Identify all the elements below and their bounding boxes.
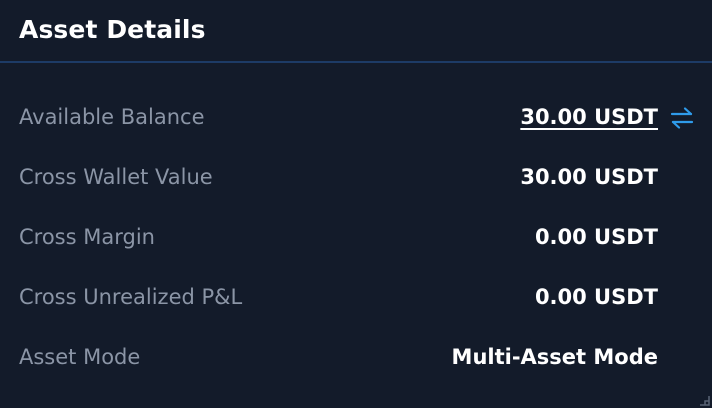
cross-margin-label: Cross Margin <box>19 225 155 249</box>
panel-title: Asset Details <box>19 15 206 44</box>
resize-handle-icon[interactable] <box>696 392 710 406</box>
cross-margin-value: 0.00 USDT <box>534 225 658 249</box>
row-cross-wallet-value: Cross Wallet Value 30.00 USDT <box>0 147 712 207</box>
available-balance-label: Available Balance <box>19 105 205 129</box>
asset-details-list: Available Balance 30.00 USDT Cross Walle… <box>0 87 712 387</box>
row-available-balance: Available Balance 30.00 USDT <box>0 87 712 147</box>
cross-unrealized-pnl-value: 0.00 USDT <box>534 285 658 309</box>
row-cross-margin: Cross Margin 0.00 USDT <box>0 207 712 267</box>
transfer-arrows-icon[interactable] <box>669 105 695 131</box>
cross-unrealized-pnl-label: Cross Unrealized P&L <box>19 285 243 309</box>
asset-mode-label: Asset Mode <box>19 345 141 369</box>
asset-mode-value: Multi-Asset Mode <box>451 345 658 369</box>
row-asset-mode: Asset Mode Multi-Asset Mode <box>0 327 712 387</box>
row-cross-unrealized-pnl: Cross Unrealized P&L 0.00 USDT <box>0 267 712 327</box>
cross-wallet-value-label: Cross Wallet Value <box>19 165 213 189</box>
available-balance-value-link[interactable]: 30.00 USDT <box>520 105 658 129</box>
asset-details-panel: Asset Details Available Balance 30.00 US… <box>0 0 712 408</box>
cross-wallet-value: 30.00 USDT <box>520 165 658 189</box>
panel-header: Asset Details <box>0 0 712 63</box>
